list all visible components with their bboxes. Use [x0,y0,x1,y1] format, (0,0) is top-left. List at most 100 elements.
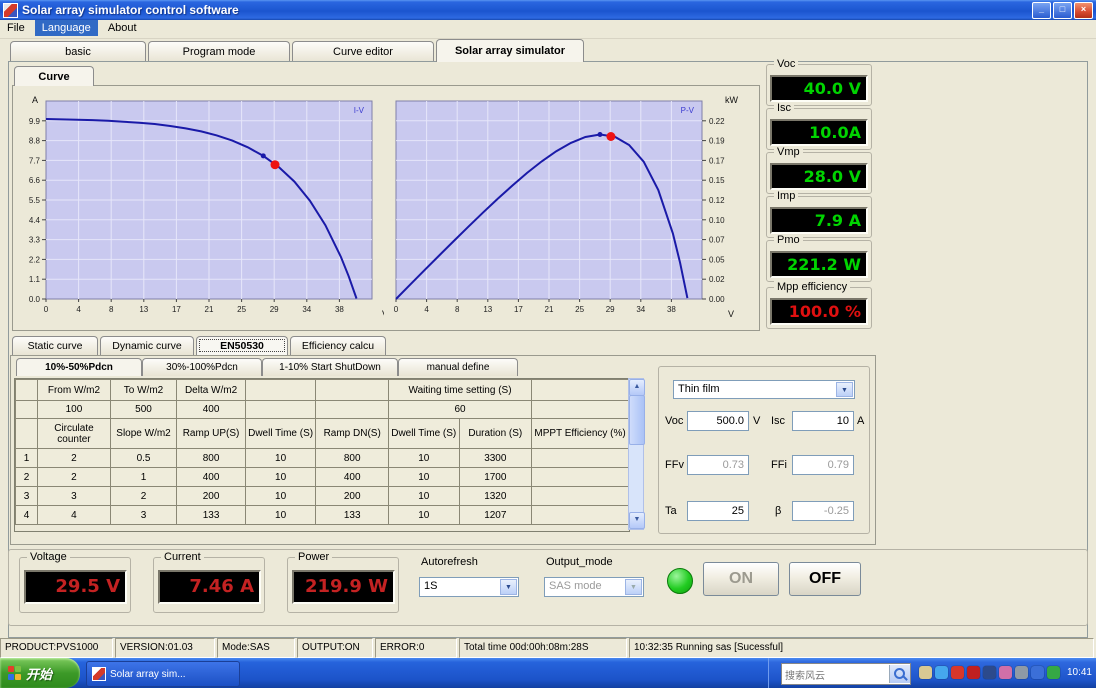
tray-icon-1[interactable] [919,666,932,679]
on-button[interactable]: ON [703,562,779,596]
table-cell[interactable]: 10 [244,467,317,487]
table-cell[interactable]: 1320 [458,486,533,506]
table-cell[interactable]: 200 [176,486,246,506]
table-cell[interactable]: 10 [387,467,460,487]
ta-field[interactable] [687,501,749,521]
start-button[interactable]: 开始 [0,658,80,688]
autorefresh-dropdown[interactable]: 1S ▼ [419,577,519,597]
table-scrollbar[interactable]: ▲ ▼ [628,378,645,530]
beta-field [792,501,854,521]
chevron-down-icon[interactable]: ▼ [500,579,517,595]
svg-text:5.5: 5.5 [29,196,41,205]
taskbar-app-button[interactable]: Solar array sim... [86,661,240,687]
table-cell [244,379,317,401]
scroll-up-icon[interactable]: ▲ [629,379,645,396]
tab-en50530[interactable]: EN50530 [196,336,288,355]
tray-icon-3[interactable] [951,666,964,679]
preset-dropdown[interactable]: Thin film ▼ [673,380,855,399]
scroll-down-icon[interactable]: ▼ [629,512,645,529]
table-cell[interactable]: 2 [37,467,111,487]
menu-about[interactable]: About [101,20,144,36]
table-cell[interactable]: 200 [315,486,389,506]
table-cell[interactable] [531,467,629,487]
table-cell: 60 [387,400,533,419]
isc-field[interactable] [792,411,854,431]
search-input[interactable] [782,668,889,680]
table-cell[interactable]: 0.5 [109,448,178,468]
table-cell[interactable]: 2 [37,448,111,468]
tab-program-mode[interactable]: Program mode [148,41,290,62]
tray-icon-9[interactable] [1047,666,1060,679]
status-total-time: Total time 00d:00h:08m:28S [459,638,627,658]
mpp-efficiency-group: Mpp efficiency 100.0 % [766,281,872,329]
table-cell[interactable]: 1207 [458,505,533,525]
table-row: 1 2 0.5 800 10 800 10 3300 [15,448,629,468]
svg-text:V: V [382,309,384,319]
tray-icon-4[interactable] [967,666,980,679]
menu-file[interactable]: File [0,20,32,36]
table-cell[interactable]: 10 [387,505,460,525]
power-display: 219.9 W [292,570,395,604]
table-cell[interactable]: 3 [109,505,178,525]
tray-icon-5[interactable] [983,666,996,679]
table-cell[interactable]: 400 [315,467,389,487]
table-cell[interactable]: 133 [176,505,246,525]
tray-icon-6[interactable] [999,666,1012,679]
tab-static-curve[interactable]: Static curve [12,336,98,355]
tab-30-100-pdcn[interactable]: 30%-100%Pdcn [142,358,262,376]
app-icon [92,667,106,681]
tray-icon-2[interactable] [935,666,948,679]
table-cell[interactable]: 10 [244,486,317,506]
tab-10-50-pdcn[interactable]: 10%-50%Pdcn [16,358,142,376]
mpp-efficiency-display: 100.0 % [770,298,868,325]
table-cell[interactable]: 10 [244,505,317,525]
vmp-label: Vmp [774,146,803,158]
table-row: 3 3 2 200 10 200 10 1320 [15,486,629,506]
table-cell[interactable]: 1700 [458,467,533,487]
tray-icon-8[interactable] [1031,666,1044,679]
ta-field-label: Ta [665,505,677,517]
tab-curve[interactable]: Curve [14,66,94,86]
table-cell[interactable]: 3300 [458,448,533,468]
output-control-bar: Voltage 29.5 V Current 7.46 A Power 219.… [8,549,1088,626]
tab-basic[interactable]: basic [10,41,146,62]
table-cell[interactable]: 2 [109,486,178,506]
maximize-icon[interactable]: □ [1053,2,1072,19]
table-cell[interactable]: 1 [109,467,178,487]
svg-text:4: 4 [424,305,429,314]
voc-field[interactable] [687,411,749,431]
svg-text:8: 8 [109,305,114,314]
svg-text:0.17: 0.17 [709,156,725,165]
table-cell[interactable]: 10 [244,448,317,468]
tray-search-box[interactable] [781,663,911,685]
tab-curve-editor[interactable]: Curve editor [292,41,434,62]
scrollbar-thumb[interactable] [629,395,645,445]
chevron-down-icon[interactable]: ▼ [836,382,853,397]
off-button[interactable]: OFF [789,562,861,596]
table-cell[interactable]: 800 [176,448,246,468]
table-cell[interactable]: 10 [387,486,460,506]
tab-dynamic-curve[interactable]: Dynamic curve [100,336,194,355]
tray-icon-7[interactable] [1015,666,1028,679]
table-cell[interactable] [531,486,629,506]
table-cell[interactable]: 133 [315,505,389,525]
output-mode-label: Output_mode [546,556,613,568]
menu-language[interactable]: Language [34,20,98,36]
table-cell[interactable]: 4 [37,505,111,525]
table-cell[interactable]: 10 [387,448,460,468]
table-cell[interactable] [531,505,629,525]
sas-parameter-panel: Thin film ▼ Voc V Isc A FFv FFi Ta β [658,366,870,534]
table-cell[interactable]: 800 [315,448,389,468]
tab-solar-array-simulator[interactable]: Solar array simulator [436,39,584,62]
tab-manual-define[interactable]: manual define [398,358,518,376]
status-running: 10:32:35 Running sas [Sucessful] [629,638,1094,658]
minimize-icon[interactable]: _ [1032,2,1051,19]
table-cell[interactable] [531,448,629,468]
tab-start-shutdown[interactable]: 1-10% Start ShutDown [262,358,398,376]
system-tray: 10:41 [768,658,1096,688]
table-cell[interactable]: 3 [37,486,111,506]
close-icon[interactable]: × [1074,2,1093,19]
tab-efficiency-calcu[interactable]: Efficiency calcu [290,336,386,355]
table-cell[interactable]: 400 [176,467,246,487]
search-icon[interactable] [889,665,910,683]
